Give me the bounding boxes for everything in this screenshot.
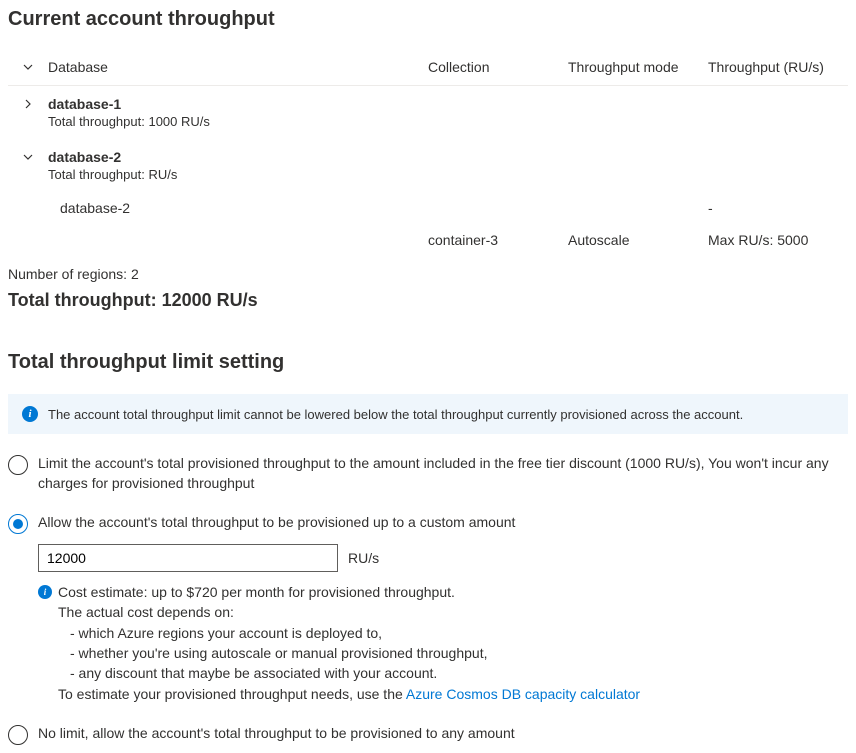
table-row: database-2 Total throughput: RU/s	[8, 139, 848, 192]
radio-button[interactable]	[8, 514, 28, 534]
info-icon: i	[22, 406, 38, 422]
info-banner-text: The account total throughput limit canno…	[48, 407, 743, 422]
database-name: database-1	[48, 96, 428, 112]
capacity-calculator-link[interactable]: Azure Cosmos DB capacity calculator	[406, 686, 640, 702]
cell-collection: container-3	[428, 232, 568, 248]
cost-line: The actual cost depends on:	[58, 602, 848, 622]
table-row: database-1 Total throughput: 1000 RU/s	[8, 86, 848, 139]
option-label: No limit, allow the account's total thro…	[38, 724, 848, 744]
table-row: container-3 Autoscale Max RU/s: 5000	[8, 224, 848, 256]
option-free-tier[interactable]: Limit the account's total provisioned th…	[8, 454, 848, 493]
unit-label: RU/s	[348, 550, 379, 566]
database-subtext: Total throughput: 1000 RU/s	[48, 114, 428, 129]
limit-setting-heading: Total throughput limit setting	[8, 351, 848, 374]
option-label: Limit the account's total provisioned th…	[38, 454, 848, 493]
option-label: Allow the account's total throughput to …	[38, 513, 848, 533]
cost-estimate: i Cost estimate: up to $720 per month fo…	[38, 582, 848, 704]
table-header-row: Database Collection Throughput mode Thro…	[8, 51, 848, 86]
cell-mode: Autoscale	[568, 232, 708, 248]
radio-button[interactable]	[8, 455, 28, 475]
radio-button[interactable]	[8, 725, 28, 745]
chevron-down-icon[interactable]	[20, 59, 36, 75]
chevron-down-icon[interactable]	[20, 149, 36, 165]
cell-database: database-2	[48, 200, 428, 216]
cost-bullet: - whether you're using autoscale or manu…	[70, 643, 848, 663]
regions-count: Number of regions: 2	[8, 266, 848, 282]
cost-line: To estimate your provisioned throughput …	[58, 686, 406, 702]
custom-throughput-input[interactable]	[38, 544, 338, 572]
chevron-right-icon[interactable]	[20, 96, 36, 112]
header-database: Database	[48, 59, 428, 75]
throughput-table: Database Collection Throughput mode Thro…	[8, 51, 848, 256]
header-throughput: Throughput (RU/s)	[708, 59, 848, 75]
throughput-limit-options: Limit the account's total provisioned th…	[8, 454, 848, 745]
total-throughput: Total throughput: 12000 RU/s	[8, 290, 848, 311]
database-name: database-2	[48, 149, 428, 165]
cost-bullet: - any discount that maybe be associated …	[70, 663, 848, 683]
table-row: database-2 -	[8, 192, 848, 224]
cell-throughput: -	[708, 200, 848, 216]
info-icon: i	[38, 585, 52, 599]
database-subtext: Total throughput: RU/s	[48, 167, 428, 182]
option-no-limit[interactable]: No limit, allow the account's total thro…	[8, 724, 848, 745]
info-banner: i The account total throughput limit can…	[8, 394, 848, 434]
header-mode: Throughput mode	[568, 59, 708, 75]
cost-bullet: - which Azure regions your account is de…	[70, 623, 848, 643]
cost-line: Cost estimate: up to $720 per month for …	[58, 582, 848, 602]
option-custom-amount[interactable]: Allow the account's total throughput to …	[8, 513, 848, 534]
header-collection: Collection	[428, 59, 568, 75]
cell-throughput: Max RU/s: 5000	[708, 232, 848, 248]
current-throughput-heading: Current account throughput	[8, 8, 848, 31]
